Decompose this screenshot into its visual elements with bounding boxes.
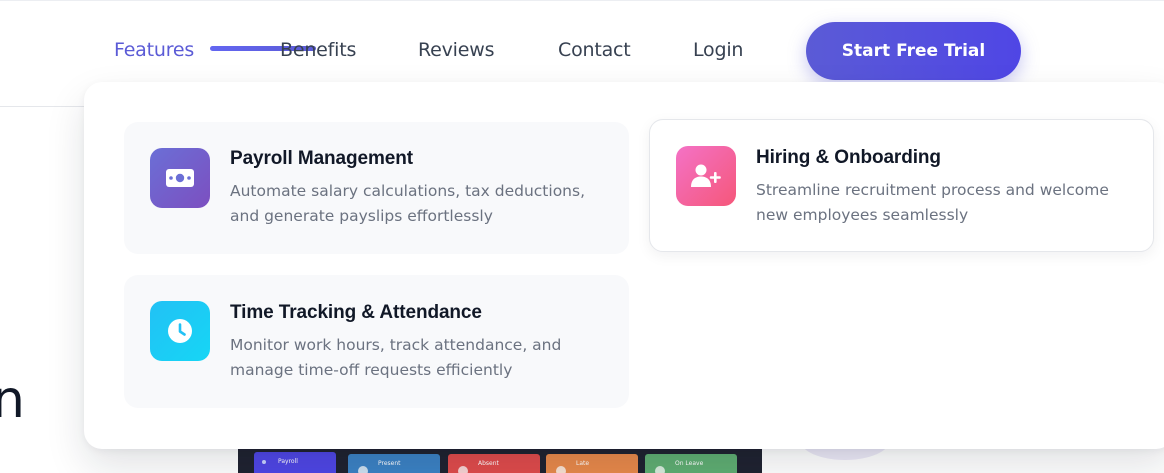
preview-sidebar-item: Payroll [254,452,336,473]
dropdown-item-title: Hiring & Onboarding [756,147,941,168]
features-dropdown: Payroll Management Automate salary calcu… [84,82,1164,449]
preview-tile-late: Late [546,454,638,473]
dropdown-item-title: Payroll Management [230,148,413,169]
nav-link-contact[interactable]: Contact [558,38,631,62]
preview-tile-label: Absent [478,460,499,467]
nav-link-benefits[interactable]: Benefits [280,38,356,62]
preview-sidebar-icon [262,460,266,464]
dropdown-item-description: Streamline recruitment process and welco… [756,181,1109,224]
present-icon [358,466,368,473]
user-plus-icon [676,146,736,206]
dropdown-item-time-tracking[interactable]: Time Tracking & Attendance Monitor work … [124,275,629,408]
preview-tile-label: Present [378,460,401,467]
nav-link-login[interactable]: Login [693,38,743,62]
late-icon [556,466,566,473]
preview-tile-label: Late [576,460,590,467]
preview-tile-absent: Absent [448,454,540,473]
nav-link-reviews[interactable]: Reviews [418,38,494,62]
preview-tile-present: Present [348,454,440,473]
dropdown-item-payroll[interactable]: Payroll Management Automate salary calcu… [124,122,629,254]
dropdown-item-description: Automate salary calculations, tax deduct… [230,182,586,225]
nav-link-features[interactable]: Features [114,38,194,62]
hero-heading-fragment: n [0,370,25,430]
absent-icon [458,466,468,473]
header-divider [0,106,90,107]
start-free-trial-button[interactable]: Start Free Trial [806,22,1021,80]
top-border [0,0,1164,1]
preview-tile-on-leave: On Leave [645,454,737,473]
preview-sidebar-label: Payroll [278,458,298,465]
dropdown-item-description: Monitor work hours, track attendance, an… [230,336,562,379]
money-bill-icon [150,148,210,208]
dropdown-item-hiring[interactable]: Hiring & Onboarding Streamline recruitme… [649,119,1154,252]
calendar-icon [655,466,665,473]
preview-tile-label: On Leave [675,460,704,467]
clock-icon [150,301,210,361]
dropdown-item-title: Time Tracking & Attendance [230,302,482,323]
